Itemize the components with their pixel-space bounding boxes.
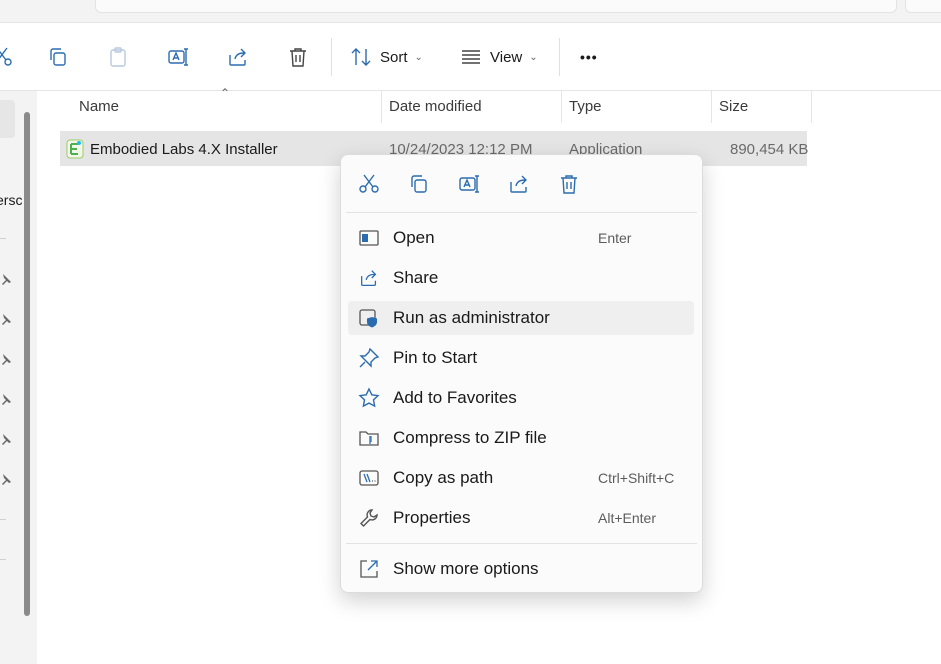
share-icon[interactable]: [507, 172, 531, 196]
view-button[interactable]: View ⌄: [460, 43, 538, 71]
menu-item-label: Pin to Start: [393, 348, 478, 367]
star-icon: [358, 387, 380, 408]
nav-scrollbar[interactable]: [24, 112, 30, 616]
app-file-icon: [66, 139, 84, 159]
command-bar: Sort ⌄ View ⌄ •••: [0, 23, 941, 91]
menu-item-run-as-admin[interactable]: Run as administrator: [348, 301, 694, 335]
sort-label: Sort: [380, 48, 408, 66]
sort-button[interactable]: Sort ⌄: [350, 43, 423, 71]
toolbar-separator: [331, 38, 332, 76]
pin-icon: [2, 394, 11, 405]
menu-item-label: Share: [393, 268, 439, 287]
menu-item-label: Open: [393, 228, 435, 247]
nav-divider: [0, 559, 6, 560]
chevron-down-icon: ⌄: [414, 51, 423, 63]
menu-item-label: Copy as path: [393, 468, 494, 487]
menu-item-share[interactable]: Share: [348, 261, 694, 295]
menu-item-label: Show more options: [393, 559, 539, 578]
share-icon: [361, 270, 377, 286]
column-header-name[interactable]: Name: [79, 98, 119, 115]
rename-icon[interactable]: [457, 172, 481, 196]
nav-item-label[interactable]: ersc: [0, 192, 22, 208]
menu-item-shortcut: Enter: [598, 230, 632, 246]
menu-item-label: Properties: [393, 508, 471, 527]
view-label: View: [490, 48, 523, 66]
menu-item-add-to-favorites[interactable]: Add to Favorites: [348, 381, 694, 415]
open-icon: [359, 230, 379, 246]
expand-icon: [360, 560, 378, 578]
delete-icon[interactable]: [557, 172, 581, 196]
cut-icon[interactable]: [0, 45, 14, 69]
more-icon: •••: [580, 49, 598, 65]
zip-icon: [359, 431, 379, 446]
rename-icon[interactable]: [166, 45, 190, 69]
sort-icon: [351, 48, 371, 66]
menu-item-show-more-options[interactable]: Show more options: [348, 552, 694, 586]
nav-selected-item[interactable]: [0, 100, 15, 138]
cut-icon[interactable]: [357, 172, 381, 196]
column-divider[interactable]: [711, 91, 712, 123]
file-name[interactable]: Embodied Labs 4.X Installer: [90, 141, 278, 158]
column-header-type[interactable]: Type: [569, 98, 602, 115]
toolbar-separator: [559, 38, 560, 76]
file-size: 890,454 KB: [730, 141, 809, 158]
column-divider[interactable]: [381, 91, 382, 123]
chevron-down-icon: ⌄: [529, 51, 538, 63]
menu-separator: [346, 543, 697, 544]
menu-item-copy-as-path[interactable]: Copy as path Ctrl+Shift+C: [348, 461, 694, 495]
menu-item-label: Compress to ZIP file: [393, 428, 547, 447]
menu-item-label: Run as administrator: [393, 308, 550, 327]
menu-item-pin-to-start[interactable]: Pin to Start: [348, 341, 694, 375]
menu-item-properties[interactable]: Properties Alt+Enter: [348, 501, 694, 535]
menu-item-compress-zip[interactable]: Compress to ZIP file: [348, 421, 694, 455]
copy-path-icon: [359, 470, 379, 486]
pin-icon: [2, 354, 11, 365]
nav-divider: [0, 519, 6, 520]
pin-icon: [2, 314, 11, 325]
pin-icon: [2, 274, 11, 285]
column-divider[interactable]: [811, 91, 812, 123]
navigation-pane: [0, 91, 37, 664]
paste-icon[interactable]: [106, 45, 130, 69]
nav-divider: [0, 238, 6, 239]
column-header-size[interactable]: Size: [719, 98, 748, 115]
address-bar[interactable]: [95, 0, 897, 13]
sort-ascending-icon: ⌃: [220, 86, 231, 100]
copy-icon[interactable]: [46, 45, 70, 69]
more-options-button[interactable]: •••: [580, 43, 598, 71]
menu-item-open[interactable]: Open Enter: [348, 221, 694, 255]
pin-icon: [359, 347, 380, 368]
copy-icon[interactable]: [407, 172, 431, 196]
column-header-date[interactable]: Date modified: [389, 98, 482, 115]
pin-icon: [2, 474, 11, 485]
admin-shield-icon: [359, 309, 377, 328]
menu-separator: [346, 212, 697, 213]
menu-item-shortcut: Alt+Enter: [598, 510, 656, 526]
share-icon[interactable]: [226, 45, 250, 69]
wrench-icon: [360, 509, 378, 527]
menu-item-shortcut: Ctrl+Shift+C: [598, 470, 675, 486]
context-menu: Open Enter Share Run as administrator Pi…: [340, 154, 703, 593]
view-icon: [462, 50, 480, 64]
delete-icon[interactable]: [286, 45, 310, 69]
pin-icon: [2, 434, 11, 445]
menu-item-label: Add to Favorites: [393, 388, 517, 407]
column-divider[interactable]: [561, 91, 562, 123]
search-box[interactable]: [905, 0, 941, 13]
